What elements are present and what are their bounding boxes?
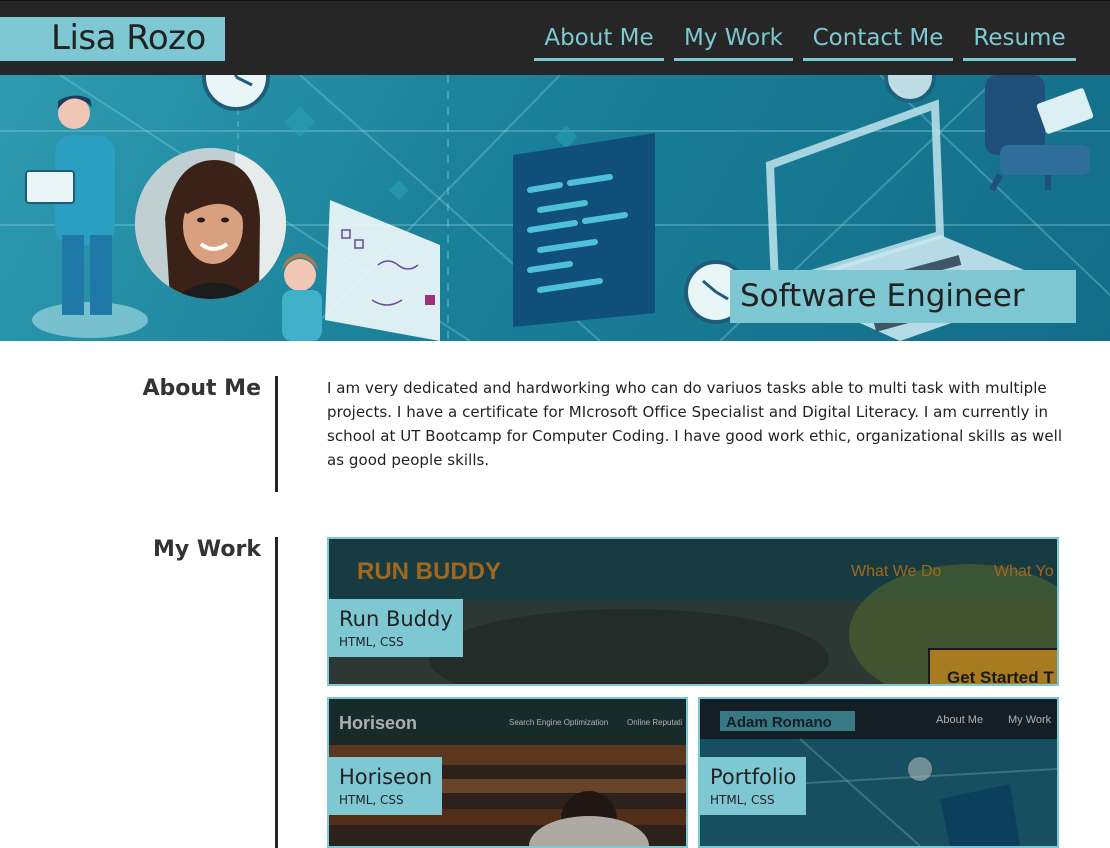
project-name: Horiseon — [339, 765, 433, 789]
person-chair-icon — [985, 75, 1094, 192]
project-card-run-buddy[interactable]: RUN BUDDY What We Do What Yo Get Started… — [327, 537, 1059, 686]
my-work-heading: My Work — [153, 537, 261, 562]
project-card-portfolio[interactable]: Adam Romano About Me My Work Portfolio H… — [698, 697, 1059, 848]
brand-logo[interactable]: Lisa Rozo — [0, 17, 225, 61]
profile-photo — [135, 148, 286, 299]
hero-tagline: Software Engineer — [730, 270, 1076, 323]
nav-contact-me[interactable]: Contact Me — [803, 23, 953, 61]
project-tech: HTML, CSS — [710, 793, 775, 807]
about-me-text: I am very dedicated and hardworking who … — [327, 379, 1063, 469]
brand-name: Lisa Rozo — [51, 18, 206, 58]
code-window-icon — [513, 133, 655, 327]
nav-about-me-label: About Me — [544, 25, 654, 51]
site-header: Lisa Rozo About Me My Work Contact Me Re… — [0, 0, 1110, 75]
nav-my-work-label: My Work — [683, 25, 783, 51]
clock-icon — [202, 75, 270, 111]
about-me-divider — [275, 376, 278, 492]
nav-about-me[interactable]: About Me — [534, 23, 664, 61]
nav-resume-label: Resume — [973, 25, 1066, 51]
run-buddy-label: Run Buddy HTML, CSS — [329, 599, 463, 657]
project-card-horiseon[interactable]: Horiseon Search Engine Optimization Onli… — [327, 697, 688, 848]
nav-contact-me-label: Contact Me — [812, 25, 944, 51]
project-name: Run Buddy — [339, 607, 453, 631]
about-me-heading: About Me — [142, 376, 261, 401]
project-name: Portfolio — [710, 765, 797, 789]
profile-avatar — [135, 148, 286, 299]
nav-resume[interactable]: Resume — [963, 23, 1076, 61]
nav-my-work[interactable]: My Work — [674, 23, 793, 61]
hero-tagline-text: Software Engineer — [740, 278, 1025, 314]
portfolio-label: Portfolio HTML, CSS — [700, 757, 807, 815]
hero-banner: Software Engineer — [0, 75, 1110, 341]
horiseon-label: Horiseon HTML, CSS — [329, 757, 443, 815]
my-work-divider — [275, 537, 278, 848]
project-tech: HTML, CSS — [339, 793, 404, 807]
project-tech: HTML, CSS — [339, 635, 404, 649]
